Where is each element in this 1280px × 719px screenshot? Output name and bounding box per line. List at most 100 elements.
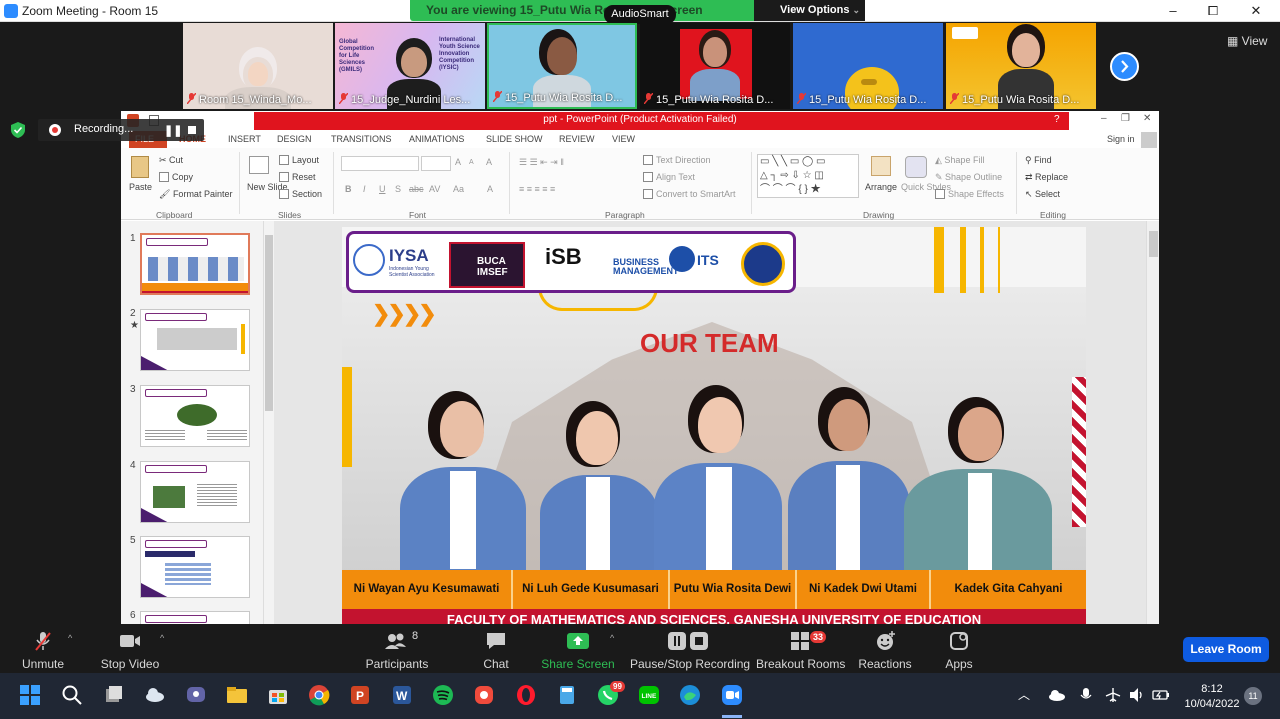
chat-button[interactable]: Chat bbox=[470, 625, 522, 671]
participant-tile[interactable]: 15_Putu Wia Rosita D... bbox=[640, 23, 790, 109]
font-size-select[interactable] bbox=[421, 156, 451, 171]
airplane-mode-icon[interactable] bbox=[1105, 687, 1121, 703]
participants-button[interactable]: Participants bbox=[362, 625, 432, 671]
participant-tile[interactable]: 15_Putu Wia Rosita D... bbox=[946, 23, 1096, 109]
opera-icon[interactable] bbox=[514, 683, 538, 707]
paste-button[interactable]: Paste bbox=[129, 182, 152, 192]
quick-styles-button[interactable]: Quick Styles bbox=[901, 182, 951, 193]
ppt-close-button[interactable]: ✕ bbox=[1143, 113, 1151, 124]
tab-transitions[interactable]: TRANSITIONS bbox=[331, 134, 392, 144]
text-direction-button[interactable]: Text Direction bbox=[643, 155, 711, 165]
char-spacing-button[interactable]: AV bbox=[429, 184, 440, 194]
slide-thumbnail-selected[interactable] bbox=[140, 233, 250, 295]
grow-font-button[interactable]: A bbox=[455, 157, 461, 167]
slide-thumbnail[interactable] bbox=[140, 536, 250, 598]
leave-room-button[interactable]: Leave Room bbox=[1183, 637, 1269, 662]
share-options-caret[interactable]: ^ bbox=[610, 633, 614, 643]
italic-button[interactable]: I bbox=[363, 184, 366, 194]
pause-stop-recording-button[interactable]: Pause/Stop Recording bbox=[630, 625, 750, 671]
alignment-buttons[interactable]: ≡ ≡ ≡ ≡ ≡ bbox=[519, 184, 555, 194]
tab-animations[interactable]: ANIMATIONS bbox=[409, 134, 464, 144]
help-button[interactable]: ? bbox=[1054, 114, 1060, 125]
apps-button[interactable]: Apps bbox=[936, 625, 982, 671]
shrink-font-button[interactable]: A bbox=[469, 159, 474, 166]
ppt-minimize-button[interactable]: – bbox=[1101, 113, 1107, 124]
slide-thumbnail[interactable] bbox=[140, 611, 250, 624]
paste-icon[interactable] bbox=[131, 156, 149, 178]
new-slide-button[interactable]: New Slide bbox=[247, 182, 288, 193]
layout-button[interactable]: Layout bbox=[279, 155, 319, 165]
chrome-icon[interactable] bbox=[307, 683, 331, 707]
word-icon[interactable]: W bbox=[390, 683, 414, 707]
new-slide-icon[interactable] bbox=[249, 156, 269, 174]
chevron-up-icon[interactable]: ︿ bbox=[1018, 686, 1030, 703]
slide-thumbnail[interactable] bbox=[140, 385, 250, 447]
minimize-button[interactable]: – bbox=[1162, 2, 1184, 20]
participant-tile[interactable]: Global Competition for Life Sciences (GM… bbox=[335, 23, 485, 109]
view-options-button[interactable]: View Options ⌄ bbox=[754, 0, 865, 21]
thumbnails-scrollbar[interactable] bbox=[263, 221, 274, 624]
font-color-button[interactable]: A bbox=[487, 184, 493, 194]
calculator-icon[interactable] bbox=[555, 683, 579, 707]
close-button[interactable]: ✕ bbox=[1245, 2, 1267, 20]
view-button[interactable]: ▦ View bbox=[1227, 34, 1267, 48]
user-avatar[interactable] bbox=[1141, 132, 1157, 148]
breakout-rooms-button[interactable]: Breakout Rooms bbox=[756, 625, 845, 671]
volume-icon[interactable] bbox=[1128, 687, 1146, 703]
search-icon[interactable] bbox=[60, 683, 84, 707]
ppt-restore-button[interactable]: ❐ bbox=[1121, 113, 1130, 124]
select-button[interactable]: ↖ Select bbox=[1025, 189, 1060, 200]
line-icon[interactable]: LINE bbox=[637, 683, 661, 707]
gallery-next-button[interactable] bbox=[1110, 52, 1139, 81]
store-icon[interactable] bbox=[266, 683, 290, 707]
participant-tile-active-speaker[interactable]: 15_Putu Wia Rosita D... bbox=[487, 23, 637, 109]
shape-outline-button[interactable]: ✎ Shape Outline bbox=[935, 172, 1002, 183]
pause-recording-icon[interactable]: ❚❚ bbox=[164, 124, 182, 137]
share-screen-button[interactable]: Share Screen bbox=[540, 625, 616, 671]
taskbar-clock[interactable]: 8:12 10/04/2022 bbox=[1180, 683, 1244, 710]
maximize-button[interactable]: ⧠ bbox=[1202, 2, 1224, 20]
format-painter-button[interactable]: 🖌 Format Painter bbox=[159, 189, 232, 200]
microphone-icon[interactable] bbox=[1080, 687, 1092, 703]
battery-charging-icon[interactable] bbox=[1152, 689, 1170, 701]
stop-recording-icon[interactable] bbox=[188, 126, 196, 134]
windows-start-icon[interactable] bbox=[18, 683, 42, 707]
file-explorer-icon[interactable] bbox=[225, 683, 249, 707]
copy-button[interactable]: Copy bbox=[159, 172, 193, 182]
bold-button[interactable]: B bbox=[345, 184, 352, 194]
teams-chat-icon[interactable] bbox=[184, 683, 208, 707]
shape-fill-button[interactable]: ◭ Shape Fill bbox=[935, 155, 984, 166]
slide-scrollbar[interactable] bbox=[1146, 221, 1159, 624]
onedrive-cloud-icon[interactable] bbox=[1048, 689, 1066, 701]
screen-recorder-icon[interactable] bbox=[472, 683, 496, 707]
participant-tile[interactable]: Room 15_Winda_Mo... bbox=[183, 23, 333, 109]
font-family-select[interactable] bbox=[341, 156, 419, 171]
powerpoint-icon[interactable]: P bbox=[348, 683, 372, 707]
tab-design[interactable]: DESIGN bbox=[277, 134, 312, 144]
clear-formatting-button[interactable]: A bbox=[486, 157, 492, 167]
align-text-button[interactable]: Align Text bbox=[643, 172, 695, 182]
unmute-button[interactable]: Unmute bbox=[18, 625, 68, 671]
reactions-button[interactable]: Reactions bbox=[856, 625, 914, 671]
spotify-icon[interactable] bbox=[431, 683, 455, 707]
reset-button[interactable]: Reset bbox=[279, 172, 316, 182]
change-case-button[interactable]: Aa bbox=[453, 184, 464, 194]
zoom-app-icon[interactable] bbox=[720, 683, 744, 707]
find-button[interactable]: ⚲ Find bbox=[1025, 155, 1052, 166]
shapes-gallery[interactable]: ▭ ╲ ╲ ▭ ◯ ▭ △ ┐ ⇨ ⇩ ☆ ◫ ⌒ ⌒ ⌒ { } ★ bbox=[757, 154, 859, 198]
sign-in-link[interactable]: Sign in bbox=[1107, 134, 1135, 144]
arrange-button[interactable]: Arrange bbox=[865, 182, 897, 192]
stop-video-button[interactable]: Stop Video bbox=[100, 625, 160, 671]
tab-insert[interactable]: INSERT bbox=[228, 134, 261, 144]
edge-icon[interactable] bbox=[678, 683, 702, 707]
security-shield-icon[interactable] bbox=[11, 122, 25, 138]
tab-view[interactable]: VIEW bbox=[612, 134, 635, 144]
convert-smartart-button[interactable]: Convert to SmartArt bbox=[643, 189, 736, 199]
cut-button[interactable]: ✂ Cut bbox=[159, 155, 183, 166]
shape-effects-button[interactable]: Shape Effects bbox=[935, 189, 1004, 199]
shadow-button[interactable]: S bbox=[395, 184, 401, 194]
current-slide[interactable]: IYSA Indonesian Young Scientist Associat… bbox=[342, 227, 1086, 624]
slide-thumbnail[interactable] bbox=[140, 461, 250, 523]
bullets-button[interactable]: ☰ ☰ ⇤ ⇥ ‖ bbox=[519, 157, 564, 168]
audio-options-caret[interactable]: ^ bbox=[68, 633, 72, 643]
